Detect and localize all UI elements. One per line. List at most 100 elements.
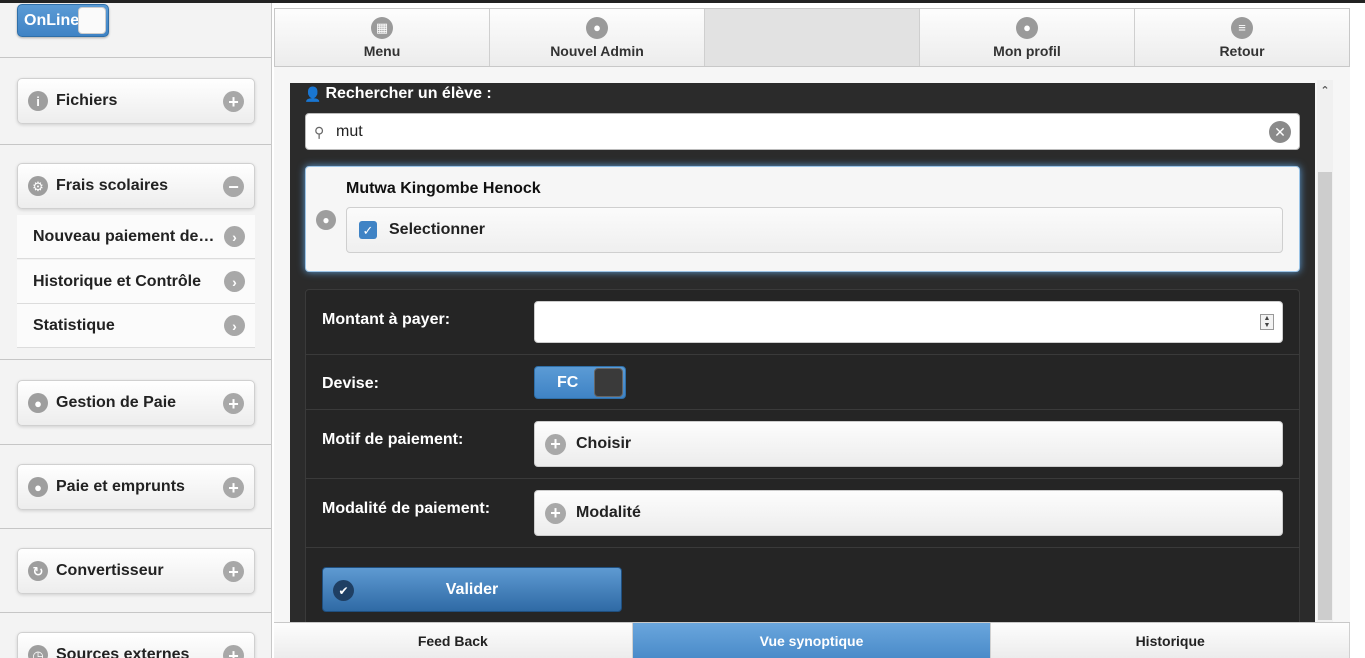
- modalite-button-label: Modalité: [576, 504, 641, 521]
- valider-label: Valider: [445, 580, 499, 598]
- sidebar: OnLine i Fichiers + ⚙ Frais scolaires − …: [0, 3, 272, 658]
- avatar-icon: ●: [316, 210, 336, 230]
- plus-icon: +: [223, 477, 244, 498]
- top-navbar: ▦ Menu ● Nouvel Admin ● Mon profil ≡ Ret…: [274, 8, 1350, 67]
- nav-menu[interactable]: ▦ Menu: [275, 9, 490, 66]
- motif-label: Motif de paiement:: [322, 431, 464, 448]
- tab-label: Vue synoptique: [759, 632, 864, 649]
- sidebar-item-label: Fichiers: [56, 92, 118, 109]
- sidebar-item-label: Sources externes: [56, 646, 190, 658]
- plus-icon: +: [545, 433, 566, 455]
- refresh-icon: ↻: [28, 561, 48, 581]
- divider: [0, 528, 271, 529]
- clear-icon[interactable]: ✕: [1269, 121, 1291, 143]
- plus-icon: +: [223, 393, 244, 414]
- sidebar-subitem-label: Nouveau paiement des frais: [33, 227, 218, 245]
- sidebar-item-label: Frais scolaires: [56, 177, 169, 194]
- form-row-motif: Motif de paiement: + Choisir: [306, 410, 1299, 479]
- sidebar-item-label: Gestion de Paie: [56, 394, 177, 411]
- scroll-up-arrow-icon[interactable]: ⌃: [1318, 84, 1332, 98]
- student-name: Mutwa Kingombe Henock: [346, 180, 541, 197]
- sidebar-item-label: Convertisseur: [56, 562, 164, 579]
- footer-tabs: Feed Back Vue synoptique Historique: [274, 622, 1351, 658]
- nav-retour[interactable]: ≡ Retour: [1135, 9, 1349, 66]
- online-toggle-label: OnLine: [24, 12, 80, 29]
- devise-value: FC: [557, 374, 579, 391]
- tab-label: Feed Back: [417, 632, 488, 649]
- divider: [0, 144, 271, 145]
- bars-icon: ≡: [1231, 16, 1253, 39]
- nav-nouvel-admin[interactable]: ● Nouvel Admin: [490, 9, 705, 66]
- devise-label: Devise:: [322, 375, 379, 392]
- motif-choose-button[interactable]: + Choisir: [534, 421, 1283, 467]
- sidebar-subitem-historique[interactable]: Historique et Contrôle ›: [17, 260, 255, 304]
- user-icon: ●: [28, 477, 48, 497]
- sidebar-subitem-nouveau-paiement[interactable]: Nouveau paiement des frais ›: [17, 215, 255, 259]
- valider-button[interactable]: ✔ Valider: [322, 567, 622, 612]
- search-field[interactable]: ⚲ ✕: [305, 113, 1300, 150]
- nav-label: Mon profil: [993, 42, 1061, 59]
- divider: [0, 612, 271, 613]
- sidebar-subitem-label: Statistique: [33, 316, 115, 334]
- motif-button-label: Choisir: [576, 435, 632, 452]
- divider: [0, 57, 271, 58]
- sidebar-subitem-statistique[interactable]: Statistique ›: [17, 304, 255, 348]
- form-row-montant: Montant à payer: ▲ ▼: [306, 290, 1299, 355]
- minus-icon: −: [223, 176, 244, 197]
- tab-vue-synoptique[interactable]: Vue synoptique: [632, 623, 992, 658]
- select-label: Selectionner: [389, 221, 486, 238]
- sidebar-subitem-label: Historique et Contrôle: [33, 272, 202, 290]
- devise-toggle[interactable]: FC: [534, 366, 626, 399]
- search-result-card[interactable]: ● Mutwa Kingombe Henock ✓ Selectionner: [305, 166, 1300, 272]
- search-input[interactable]: [336, 122, 1256, 141]
- chevron-right-icon: ›: [224, 226, 245, 247]
- nav-empty-slot[interactable]: [705, 9, 920, 66]
- gear-icon: ⚙: [28, 176, 48, 196]
- plus-icon: +: [223, 91, 244, 112]
- nav-label: Retour: [1219, 42, 1265, 59]
- info-icon: i: [28, 91, 48, 111]
- toggle-knob: [78, 7, 106, 34]
- modalite-choose-button[interactable]: + Modalité: [534, 490, 1283, 536]
- grid-icon: ▦: [371, 16, 393, 39]
- toggle-knob: [594, 368, 623, 397]
- chevron-right-icon: ›: [224, 315, 245, 336]
- user-icon: 👤: [304, 85, 322, 102]
- montant-input[interactable]: ▲ ▼: [534, 301, 1283, 343]
- check-icon: ✔: [333, 580, 354, 601]
- search-title-text: Rechercher un élève :: [325, 85, 492, 102]
- tab-label: Historique: [1135, 632, 1205, 649]
- sidebar-item-frais-scolaires[interactable]: ⚙ Frais scolaires −: [17, 163, 255, 209]
- user-icon: ●: [28, 393, 48, 413]
- modalite-label: Modalité de paiement:: [322, 500, 491, 517]
- spinner-icon[interactable]: ▲ ▼: [1260, 314, 1274, 330]
- nav-label: Menu: [363, 42, 401, 59]
- form-row-devise: Devise: FC: [306, 355, 1299, 410]
- divider: [0, 359, 271, 360]
- scrollbar-thumb[interactable]: [1318, 172, 1332, 620]
- sidebar-item-gestion-de-paie[interactable]: ● Gestion de Paie +: [17, 380, 255, 426]
- select-student-checkbox[interactable]: ✓ Selectionner: [346, 207, 1283, 253]
- search-icon: ⚲: [314, 123, 325, 140]
- payment-form: Montant à payer: ▲ ▼ Devise: FC Motif de …: [305, 289, 1300, 623]
- plus-icon: +: [223, 561, 244, 582]
- sidebar-item-fichiers[interactable]: i Fichiers +: [17, 78, 255, 124]
- search-title: 👤 Rechercher un élève :: [304, 85, 492, 103]
- sidebar-item-label: Paie et emprunts: [56, 478, 185, 495]
- nav-mon-profil[interactable]: ● Mon profil: [920, 9, 1135, 66]
- online-toggle[interactable]: OnLine: [17, 4, 109, 37]
- sidebar-item-sources-externes[interactable]: ◷ Sources externes +: [17, 632, 255, 658]
- montant-label: Montant à payer:: [322, 311, 451, 328]
- chevron-right-icon: ›: [224, 271, 245, 292]
- tab-historique[interactable]: Historique: [991, 623, 1351, 658]
- plus-icon: +: [223, 645, 244, 658]
- user-icon: ●: [586, 16, 608, 39]
- divider: [0, 444, 271, 445]
- sidebar-item-convertisseur[interactable]: ↻ Convertisseur +: [17, 548, 255, 594]
- plus-icon: +: [545, 502, 566, 524]
- form-row-modalite: Modalité de paiement: + Modalité: [306, 479, 1299, 548]
- nav-label: Nouvel Admin: [550, 42, 644, 59]
- sidebar-item-paie-et-emprunts[interactable]: ● Paie et emprunts +: [17, 464, 255, 510]
- checkbox-checked-icon[interactable]: ✓: [359, 221, 377, 239]
- tab-feed-back[interactable]: Feed Back: [274, 623, 633, 658]
